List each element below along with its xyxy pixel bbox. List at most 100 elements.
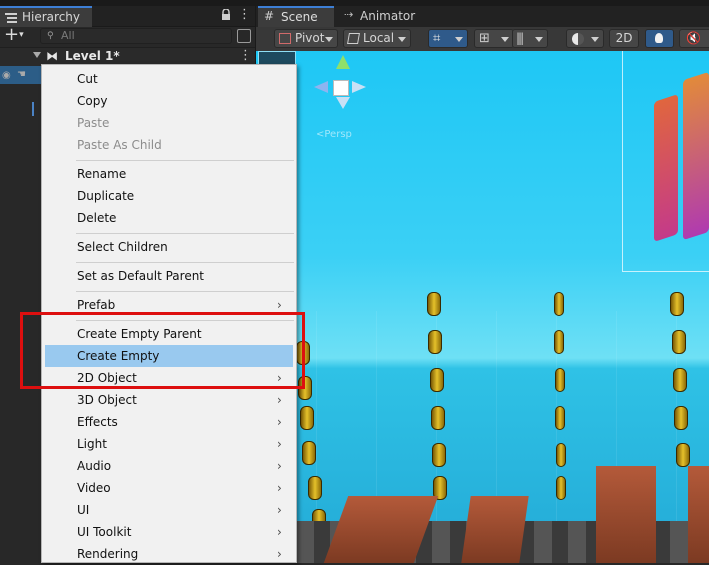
chevron-down-icon xyxy=(535,37,543,42)
search-options-icon[interactable] xyxy=(237,29,251,43)
coin xyxy=(670,292,684,316)
menu-separator xyxy=(76,160,294,161)
menu-item-video[interactable]: Video › xyxy=(43,477,295,499)
chevron-down-icon xyxy=(591,37,599,42)
coin xyxy=(673,368,687,392)
tab-scene[interactable]: # Scene xyxy=(258,6,334,27)
menu-item-select-children[interactable]: Select Children xyxy=(43,236,295,258)
menu-separator xyxy=(76,233,294,234)
coin xyxy=(555,406,565,430)
pickable-icon[interactable]: ☚ xyxy=(17,69,26,80)
tab-animator[interactable]: ⇢ Animator xyxy=(342,8,422,27)
gizmo-center[interactable] xyxy=(333,80,349,96)
submenu-arrow-icon: › xyxy=(277,547,282,561)
menu-item-ui[interactable]: UI › xyxy=(43,499,295,521)
menu-item-duplicate[interactable]: Duplicate xyxy=(43,185,295,207)
menu-item-label: Video xyxy=(77,481,111,495)
menu-item-3d-object[interactable]: 3D Object › xyxy=(43,389,295,411)
submenu-arrow-icon: › xyxy=(277,525,282,539)
coin xyxy=(432,443,446,467)
coin xyxy=(555,368,565,392)
chevron-down-icon: ▾ xyxy=(19,30,24,40)
coin xyxy=(674,406,688,430)
audio-mute-icon: 🔇 xyxy=(686,31,701,45)
gizmo-y-axis[interactable] xyxy=(336,55,350,69)
scene-toolbar: Pivot Local ⌗ ⊞ ||| 2D 🔇 xyxy=(256,27,709,52)
menu-item-ui-toolkit[interactable]: UI Toolkit › xyxy=(43,521,295,543)
menu-item-rename[interactable]: Rename xyxy=(43,163,295,185)
tab-scene-label: Scene xyxy=(281,10,318,24)
grid-visibility-button[interactable]: ⊞ xyxy=(474,29,514,48)
submenu-arrow-icon: › xyxy=(277,503,282,517)
menu-item-label: Effects xyxy=(77,415,118,429)
coin xyxy=(672,330,686,354)
menu-item-paste: Paste xyxy=(43,112,295,134)
coin xyxy=(556,443,566,467)
menu-item-label: Paste xyxy=(77,116,110,130)
lock-icon[interactable] xyxy=(221,8,231,21)
coin xyxy=(431,406,445,430)
search-input[interactable]: ⚲ All xyxy=(40,28,232,44)
brick-block xyxy=(596,466,656,563)
more-options-icon[interactable]: ⋮ xyxy=(238,8,251,22)
menu-item-cut[interactable]: Cut xyxy=(43,68,295,90)
gizmo-z-axis[interactable] xyxy=(352,81,366,93)
coin xyxy=(554,292,564,316)
hierarchy-tab-bar: Hierarchy ⋮ xyxy=(0,6,255,27)
lighting-toggle-button[interactable] xyxy=(645,29,674,48)
scene-more-icon[interactable]: ⋮ xyxy=(239,48,252,63)
menu-item-copy[interactable]: Copy xyxy=(43,90,295,112)
ruler-icon: ||| xyxy=(516,31,524,45)
chevron-down-icon xyxy=(398,37,406,42)
hierarchy-toolbar: +▾ ⚲ All xyxy=(0,24,255,47)
gizmo-down-axis[interactable] xyxy=(336,97,350,109)
shading-mode-button[interactable] xyxy=(566,29,604,48)
chevron-down-icon xyxy=(501,37,509,42)
pivot-dropdown[interactable]: Pivot xyxy=(274,29,338,48)
unity-scene-icon: ⧓ xyxy=(46,49,58,63)
menu-item-effects[interactable]: Effects › xyxy=(43,411,295,433)
menu-separator xyxy=(76,291,294,292)
animator-icon: ⇢ xyxy=(344,8,354,21)
menu-item-label: Set as Default Parent xyxy=(77,269,205,283)
menu-item-label: Select Children xyxy=(77,240,168,254)
submenu-arrow-icon: › xyxy=(277,437,282,451)
expand-arrow-icon[interactable] xyxy=(33,52,41,58)
coin xyxy=(676,443,690,467)
gizmo-x-axis[interactable] xyxy=(314,81,328,93)
audio-toggle-button[interactable]: 🔇 xyxy=(679,29,709,48)
menu-item-label: Cut xyxy=(77,72,98,86)
pivot-icon xyxy=(279,33,291,44)
menu-item-set-default-parent[interactable]: Set as Default Parent xyxy=(43,265,295,287)
menu-item-rendering[interactable]: Rendering › xyxy=(43,543,295,565)
coin xyxy=(428,330,442,354)
menu-separator xyxy=(76,262,294,263)
local-dropdown[interactable]: Local xyxy=(343,29,411,48)
shading-icon xyxy=(572,33,584,45)
menu-item-delete[interactable]: Delete xyxy=(43,207,295,229)
menu-item-label: Light xyxy=(77,437,107,451)
search-placeholder: All xyxy=(61,29,75,42)
tab-animator-label: Animator xyxy=(360,9,416,23)
submenu-arrow-icon: › xyxy=(277,393,282,407)
menu-item-audio[interactable]: Audio › xyxy=(43,455,295,477)
cube-icon xyxy=(347,33,360,44)
2d-toggle-button[interactable]: 2D xyxy=(609,29,639,48)
menu-item-light[interactable]: Light › xyxy=(43,433,295,455)
increment-snap-button[interactable]: ||| xyxy=(512,29,548,48)
coin xyxy=(302,441,316,465)
grid-icon: # xyxy=(264,9,275,23)
projection-label[interactable]: <Persp xyxy=(316,129,352,140)
menu-item-label: 3D Object xyxy=(77,393,137,407)
grid-snapping-button[interactable]: ⌗ xyxy=(428,29,468,48)
visibility-icon[interactable]: ◉ xyxy=(2,70,11,81)
submenu-arrow-icon: › xyxy=(277,415,282,429)
add-button[interactable]: +▾ xyxy=(4,24,34,45)
add-label: + xyxy=(4,24,20,45)
scene-viewport[interactable]: <Persp xyxy=(256,51,709,563)
lightbulb-icon xyxy=(655,33,663,43)
coin xyxy=(427,292,441,316)
menu-item-label: Copy xyxy=(77,94,108,108)
coin xyxy=(300,406,314,430)
menu-item-label: Duplicate xyxy=(77,189,135,203)
